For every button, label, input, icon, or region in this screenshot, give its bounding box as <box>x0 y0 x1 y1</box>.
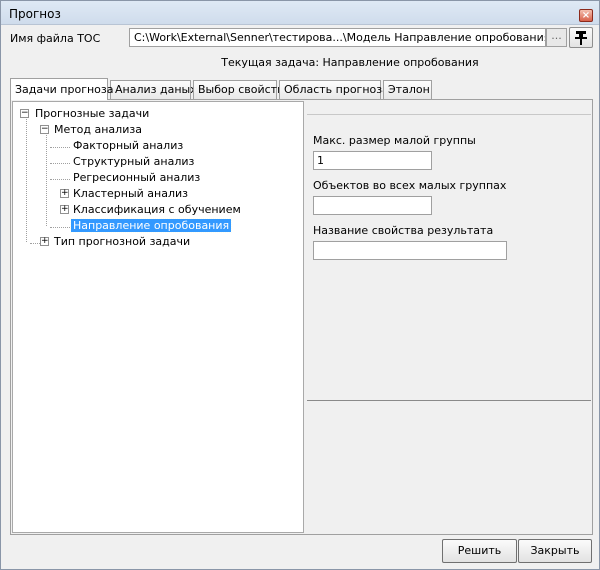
tree-node-label: Кластерный анализ <box>73 187 189 200</box>
current-task-row: Текущая задача: Направление опробования <box>1 56 599 69</box>
tree-node-root-label: Прогнозные задачи <box>35 107 150 120</box>
tab-property-selection[interactable]: Выбор свойств <box>193 80 284 99</box>
tree-node-sampling-direction[interactable]: Направление опробования <box>69 218 233 233</box>
expand-icon[interactable]: + <box>60 189 69 198</box>
tree-node-label: Структурный анализ <box>73 155 195 168</box>
close-button[interactable]: Закрыть <box>518 539 592 563</box>
close-window-button[interactable]: × <box>579 9 593 22</box>
current-task-text: Текущая задача: Направление опробования <box>221 56 479 69</box>
properties-panel: Макс. размер малой группы 1 Объектов во … <box>307 114 591 401</box>
tree-line-h2 <box>50 163 70 164</box>
max-group-size-field[interactable]: 1 <box>313 151 432 170</box>
window-title: Прогноз <box>9 7 61 21</box>
title-bar: Прогноз × <box>1 1 599 25</box>
tree-node-method[interactable]: Метод анализа <box>52 122 144 137</box>
toc-file-path-field[interactable]: C:\Work\External\Senner\тестирова...\Мод… <box>129 28 546 47</box>
tree-node-task-type-label: Тип прогнозной задачи <box>54 235 191 248</box>
tree-node-label: Классификация с обучением <box>73 203 241 216</box>
pin-button[interactable] <box>569 27 593 48</box>
expand-icon[interactable]: + <box>60 205 69 214</box>
tree-node-task-type[interactable]: Тип прогнозной задачи <box>52 234 192 249</box>
tree-node-factor-analysis[interactable]: Факторный анализ <box>71 138 185 153</box>
objects-in-groups-label: Объектов во всех малых группах <box>313 179 507 192</box>
result-property-field[interactable] <box>313 241 507 260</box>
task-tree[interactable]: − Прогнозные задачи − Метод анализа Факт… <box>12 101 304 533</box>
tree-line-h6 <box>50 227 70 228</box>
tab-forecast-area[interactable]: Область прогноза <box>279 80 389 99</box>
objects-in-groups-field[interactable] <box>313 196 432 215</box>
tab-forecast-tasks[interactable]: Задачи прогноза <box>10 78 113 100</box>
tree-node-label: Факторный анализ <box>73 139 184 152</box>
tree-line-root <box>26 116 27 242</box>
tree-line-h-type <box>30 243 40 244</box>
tab-reference[interactable]: Эталон <box>383 80 432 99</box>
tree-node-selected-label: Направление опробования <box>69 218 233 233</box>
forecast-dialog: Прогноз × Имя файла TOC C:\Work\External… <box>0 0 600 570</box>
tab-data-analysis[interactable]: Анализ даных <box>110 80 197 99</box>
tree-node-supervised-classification[interactable]: Классификация с обучением <box>71 202 243 217</box>
max-group-size-label: Макс. размер малой группы <box>313 134 476 147</box>
tree-node-structural-analysis[interactable]: Структурный анализ <box>71 154 196 169</box>
collapse-icon[interactable]: − <box>20 109 29 118</box>
collapse-icon[interactable]: − <box>40 125 49 134</box>
tree-node-regression-analysis[interactable]: Регресионный анализ <box>71 170 202 185</box>
result-property-label: Название свойства результата <box>313 224 494 237</box>
solve-button[interactable]: Решить <box>442 539 517 563</box>
tree-line-method <box>46 132 47 226</box>
tree-node-label: Регресионный анализ <box>73 171 201 184</box>
tree-node-cluster-analysis[interactable]: Кластерный анализ <box>71 186 190 201</box>
toc-file-label: Имя файла TOC <box>10 32 101 45</box>
pin-icon <box>575 31 587 45</box>
tree-line-h1 <box>50 147 70 148</box>
browse-button[interactable]: ... <box>546 28 567 47</box>
tab-panel-forecast-tasks: − Прогнозные задачи − Метод анализа Факт… <box>10 99 593 535</box>
expand-icon[interactable]: + <box>40 237 49 246</box>
tree-line-h3 <box>50 179 70 180</box>
tree-node-root[interactable]: Прогнозные задачи <box>33 106 151 121</box>
tree-node-method-label: Метод анализа <box>54 123 142 136</box>
